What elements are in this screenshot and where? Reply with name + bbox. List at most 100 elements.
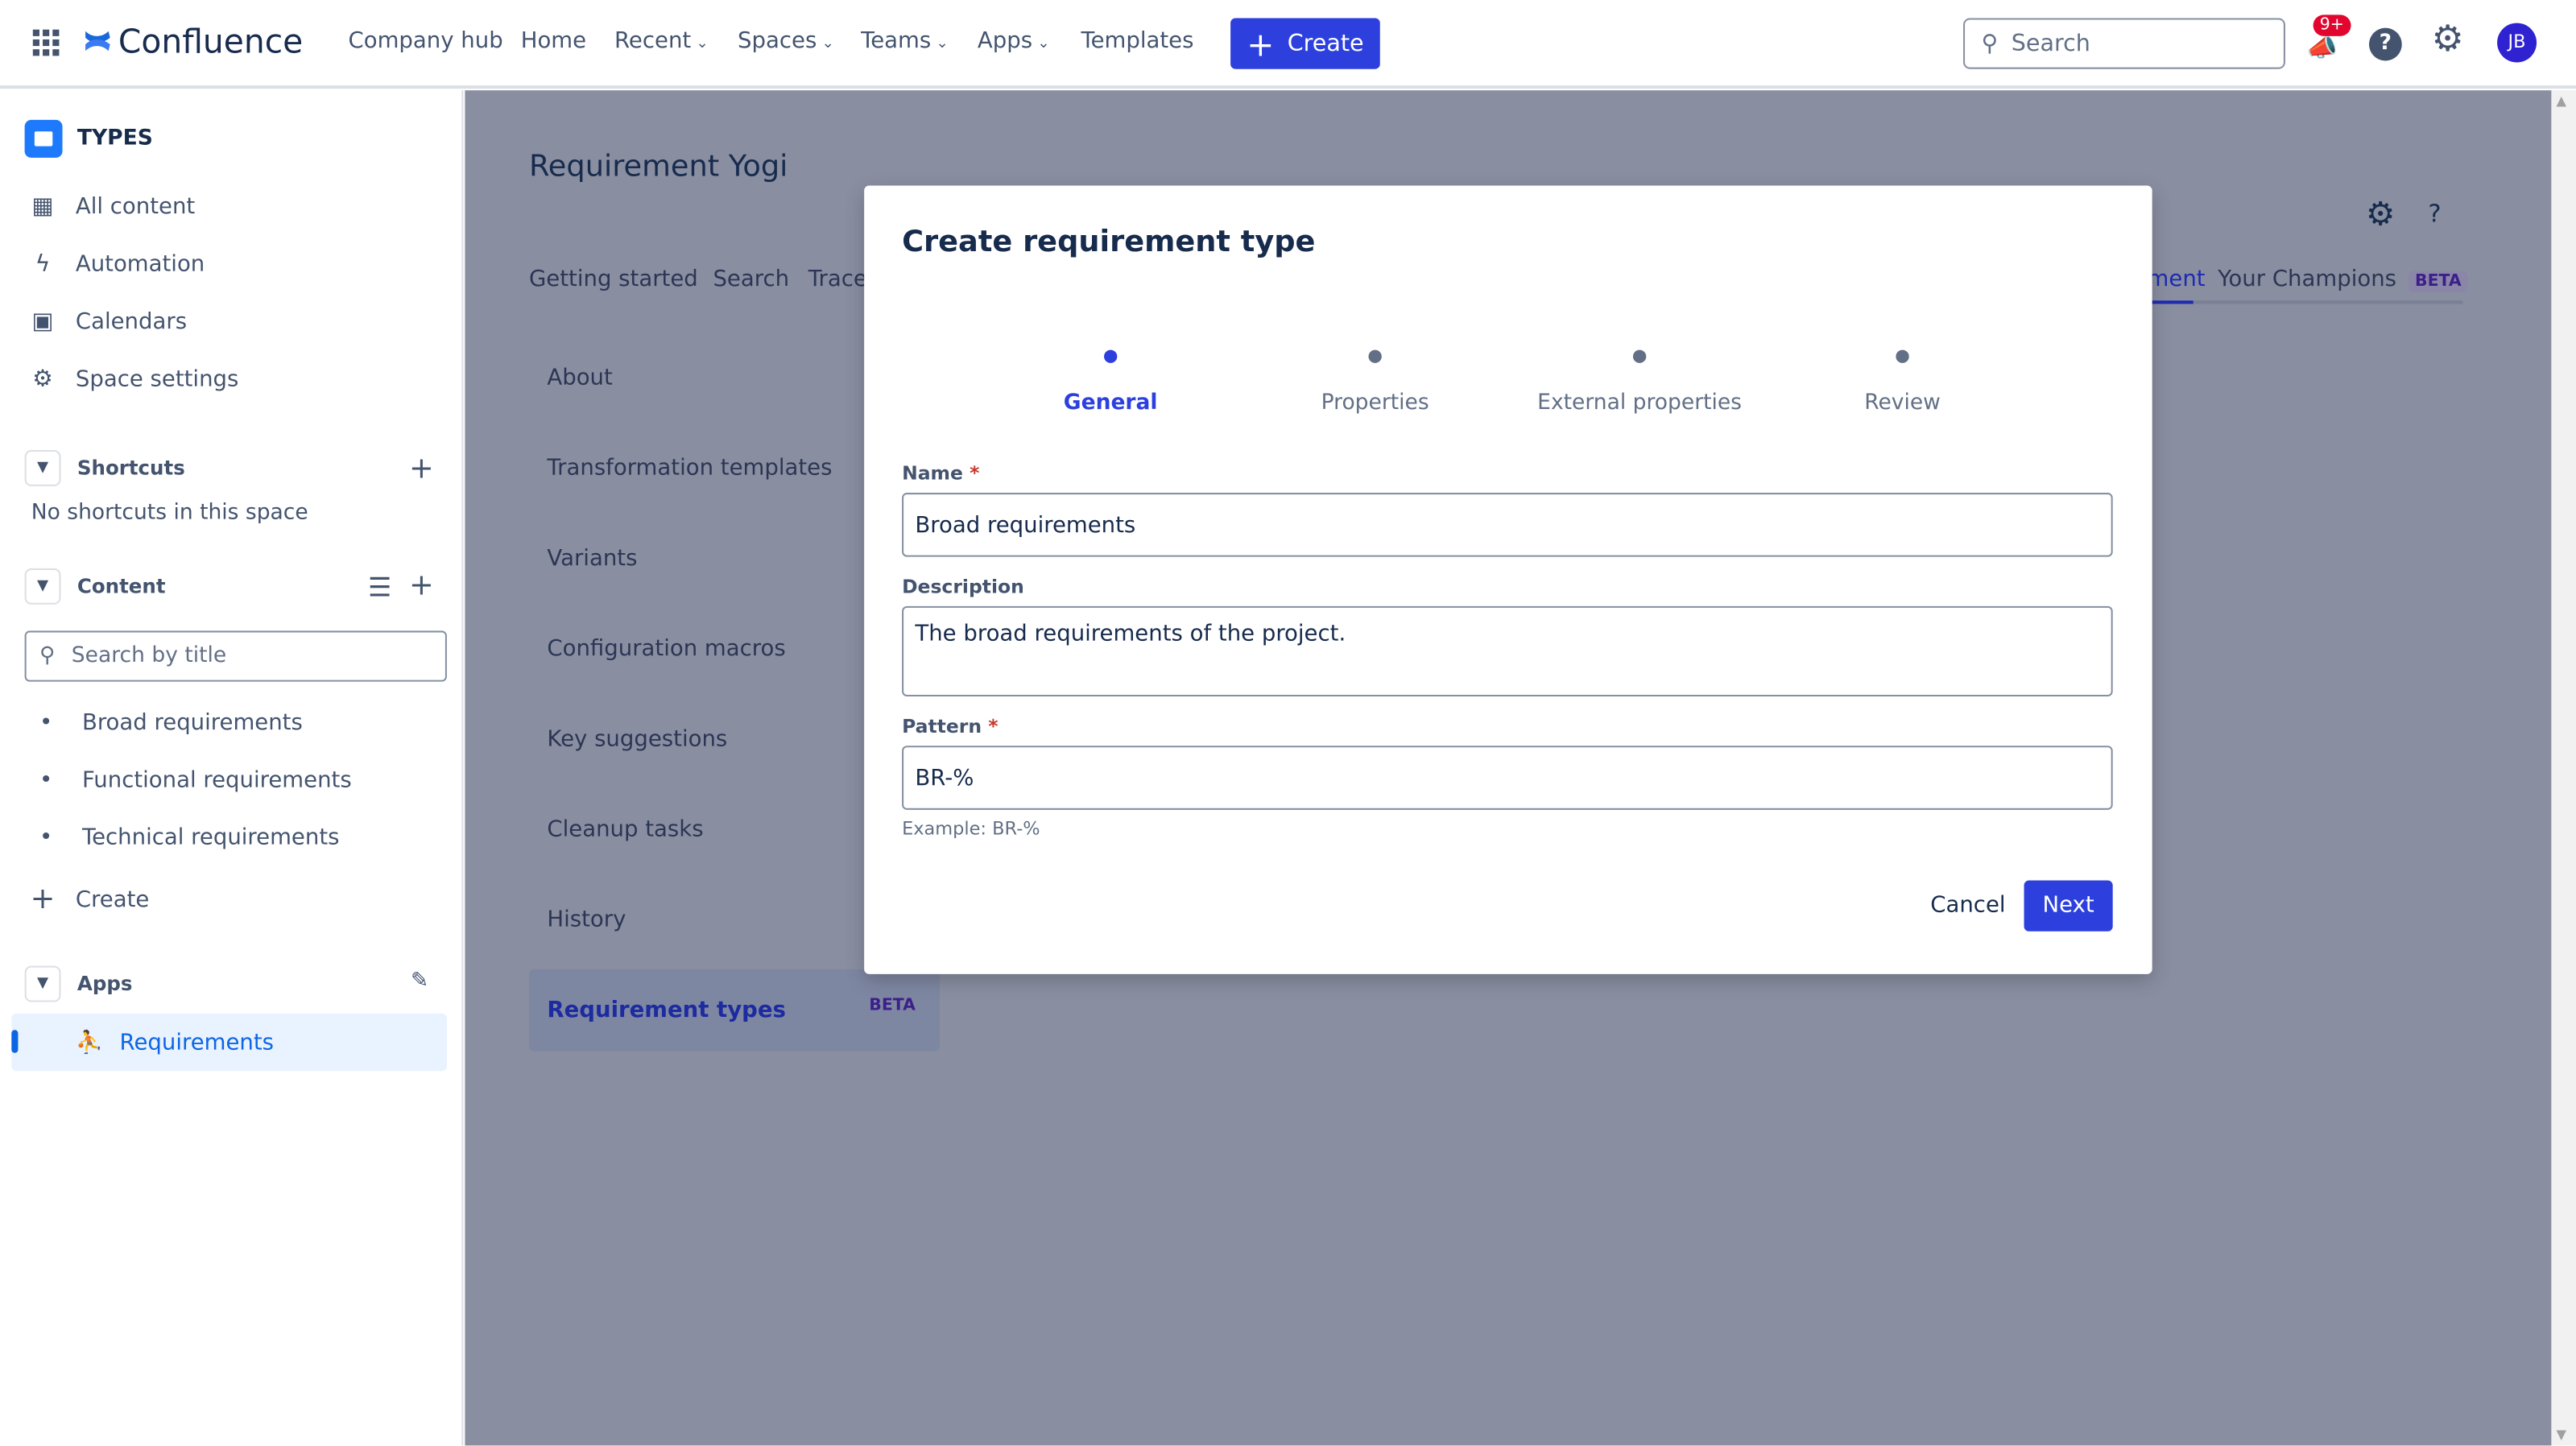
gear-icon: ⚙ [32,366,53,393]
scroll-down-arrow-icon[interactable]: ▼ [2557,1427,2567,1442]
sidebar-item-label: All content [75,193,196,221]
app-name: Confluence [118,21,304,61]
sidebar-item-label: Automation [75,251,205,278]
create-content-button[interactable]: + Create [30,882,150,917]
nav-cleanup-tasks[interactable]: Cleanup tasks [547,816,703,843]
step-dot-icon [1896,349,1909,363]
nav-recent[interactable]: Recent ⌄ [614,28,709,55]
nav-requirement-types[interactable]: Requirement types BETA [528,969,940,1051]
shortcuts-label: Shortcuts [76,457,185,480]
description-label: Description [902,575,1024,598]
page-title: Technical requirements [81,824,340,851]
tab-search[interactable]: Search [713,266,789,293]
megaphone-icon: 📣 [2306,32,2338,63]
confluence-logo[interactable]: Confluence [82,21,304,61]
step-review[interactable]: Review [1771,349,2033,416]
step-properties[interactable]: Properties [1243,349,1506,415]
description-field[interactable]: The broad requirements of the project. [902,605,2113,697]
step-external-properties[interactable]: External properties [1508,349,1771,416]
nav-transformation-templates[interactable]: Transformation templates [547,455,832,481]
apps-section[interactable]: ▼ Apps [24,965,133,1002]
confluence-logo-icon [85,31,110,52]
add-shortcut-icon[interactable]: + [409,452,434,486]
chevron-down-icon: ⌄ [821,35,834,53]
create-label: Create [75,886,150,913]
page-item[interactable]: • Technical requirements [39,824,340,851]
top-navigation: Confluence Company hub Home Recent ⌄ Spac… [0,0,2576,89]
pattern-field[interactable] [902,746,2113,810]
page-title: Broad requirements [81,709,303,737]
nav-variants[interactable]: Variants [547,545,637,572]
page-item[interactable]: • Broad requirements [39,709,303,736]
pattern-label: Pattern * [902,714,999,737]
name-field[interactable] [902,493,2113,557]
page-item[interactable]: • Functional requirements [39,767,352,794]
cancel-button[interactable]: Cancel [1930,892,2005,919]
app-switcher-icon[interactable] [32,29,60,56]
beta-badge: BETA [2408,271,2468,293]
nav-company-hub[interactable]: Company hub [349,28,503,55]
lightning-icon: ϟ [35,251,51,278]
sidebar-item-all-content[interactable]: ▦ All content [30,193,196,221]
beta-badge: BETA [869,997,916,1015]
next-button[interactable]: Next [2024,880,2113,932]
sidebar-item-requirements[interactable]: ⛹ Requirements [11,1013,447,1072]
edit-pencil-icon[interactable]: ✎ [411,969,428,994]
chevron-down-icon[interactable]: ▼ [24,965,61,1002]
scroll-up-arrow-icon[interactable]: ▲ [2557,93,2567,108]
help-icon[interactable]: ? [2428,199,2441,229]
step-label: External properties [1537,390,1743,416]
bullet-icon: • [39,709,53,737]
nav-about[interactable]: About [547,365,612,391]
sidebar-item-calendars[interactable]: ▣ Calendars [30,309,188,336]
sidebar-item-automation[interactable]: ϟ Automation [30,251,205,278]
sidebar: TYPES ▦ All content ϟ Automation ▣ Calendar… [0,90,464,1446]
notifications-button[interactable]: 📣 [2306,33,2337,63]
help-icon[interactable]: ? [2368,27,2402,61]
chevron-down-icon: ⌄ [936,35,949,53]
create-requirement-type-dialog: Create requirement type General Properti… [864,185,2152,974]
gear-icon[interactable]: ⚙ [2366,194,2396,233]
bullet-icon: • [39,766,53,794]
nav-teams[interactable]: Teams ⌄ [861,28,949,55]
nav-spaces[interactable]: Spaces ⌄ [738,28,834,55]
nav-spaces-label: Spaces [738,27,817,55]
nav-history[interactable]: History [547,907,626,933]
chevron-down-icon[interactable]: ▼ [24,450,61,486]
settings-gear-icon[interactable]: ⚙ [2431,19,2463,60]
search-input[interactable]: ⚲ Search [1963,18,2285,69]
tab-getting-started[interactable]: Getting started [529,266,698,293]
page-title: Requirement Yogi [528,149,788,184]
create-button[interactable]: + Create [1230,18,1380,69]
content-label: Content [76,575,166,598]
content-search-input[interactable]: ⚲ Search by title [24,630,447,682]
tab-management[interactable]: ment [2148,266,2206,293]
search-icon: ⚲ [1981,30,1999,57]
pattern-hint: Example: BR-% [902,818,1040,840]
chevron-down-icon: ⌄ [696,35,709,53]
filter-icon[interactable]: ☰ [368,572,391,603]
scrollbar[interactable]: ▲ ▼ [2551,90,2576,1446]
search-placeholder: Search [2011,30,2090,57]
page-title: Functional requirements [81,766,352,794]
content-section[interactable]: ▼ Content [24,568,166,605]
nav-configuration-macros[interactable]: Configuration macros [547,636,785,663]
sidebar-item-space-settings[interactable]: ⚙ Space settings [30,366,238,393]
step-general[interactable]: General [979,349,1242,415]
nav-apps[interactable]: Apps ⌄ [978,28,1050,55]
name-label-text: Name [902,461,963,485]
tab-your-champions[interactable]: Your Champions BETA [2218,266,2468,293]
chevron-down-icon[interactable]: ▼ [24,568,61,605]
nav-key-suggestions[interactable]: Key suggestions [547,726,727,753]
shortcuts-section[interactable]: ▼ Shortcuts [24,450,185,486]
nav-home[interactable]: Home [521,28,586,55]
space-header[interactable]: TYPES [24,119,153,158]
add-content-icon[interactable]: + [409,568,434,603]
avatar[interactable]: JB [2497,23,2537,63]
step-label: Review [1864,390,1941,416]
nav-templates[interactable]: Templates [1081,28,1193,55]
nav-teams-label: Teams [861,27,932,55]
tab-trace[interactable]: Trace [808,266,867,293]
requirements-app-icon: ⛹ [75,1029,104,1056]
plus-icon: + [30,882,56,917]
